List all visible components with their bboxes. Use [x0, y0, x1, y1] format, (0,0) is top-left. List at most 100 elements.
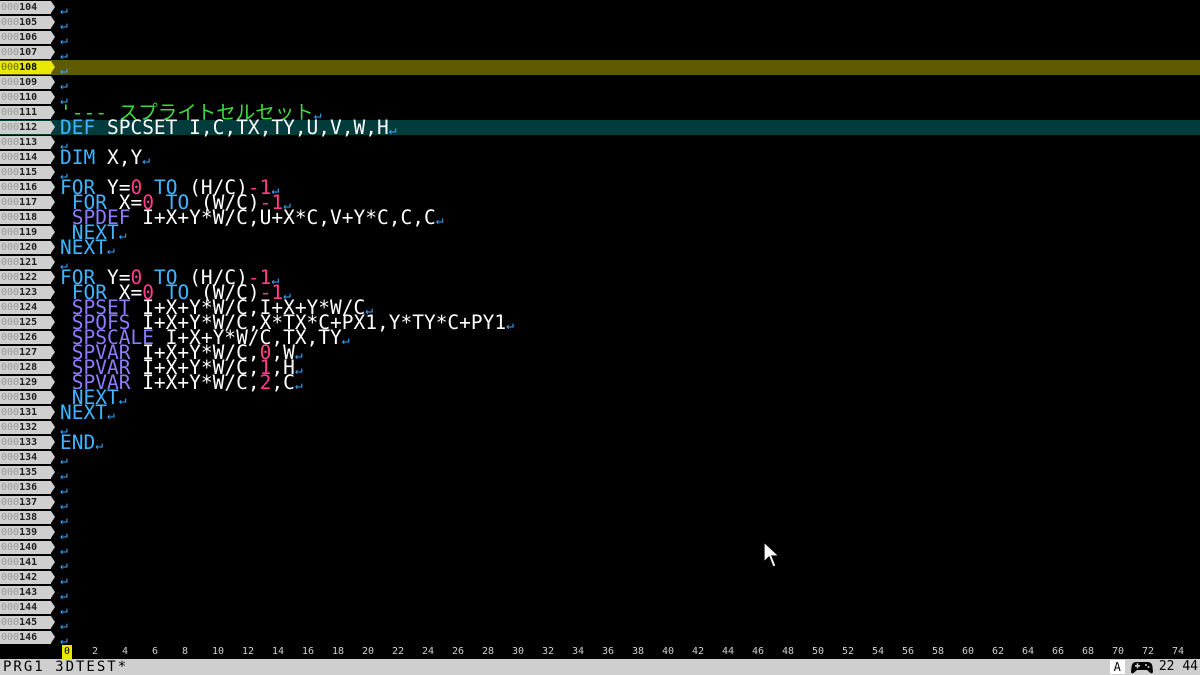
code-line[interactable]: 000133 END↵	[0, 433, 1200, 453]
code-text: END↵	[60, 433, 103, 453]
ruler-tick: 26	[452, 646, 465, 657]
ruler-tick: 68	[1082, 646, 1095, 657]
ruler-tick: 30	[512, 646, 525, 657]
ruler-tick: 36	[602, 646, 615, 657]
line-number: 000127	[0, 346, 55, 359]
code-line[interactable]: 000146 ↵	[0, 630, 1200, 645]
ruler-tick: 44	[722, 646, 735, 657]
code-line[interactable]: 000132 ↵	[0, 420, 1200, 438]
code-line[interactable]: 000113 ↵	[0, 135, 1200, 153]
ruler-tick: 40	[662, 646, 675, 657]
line-number: 000120	[0, 241, 55, 254]
code-line[interactable]: 000118 SPDEF I+X+Y*W/C,U+X*C,V+Y*C,C,C↵	[0, 208, 1200, 228]
line-number: 000144	[0, 601, 55, 614]
ruler-tick: 72	[1142, 646, 1155, 657]
status-bar: PRG1 3DTEST* A 22 44	[0, 659, 1200, 675]
code-text: DEF SPCSET I,C,TX,TY,U,V,W,H↵	[60, 118, 397, 138]
line-number: 000141	[0, 556, 55, 569]
code-editor[interactable]: 000104 ↵ 000105 ↵ 000106 ↵ 000107 ↵ 000108 ↵ 00010…	[0, 0, 1200, 645]
code-text: ↵	[60, 480, 68, 498]
line-number: 000123	[0, 286, 55, 299]
code-line[interactable]: 000105 ↵	[0, 15, 1200, 33]
code-line[interactable]: 000139 ↵	[0, 525, 1200, 543]
code-line[interactable]: 000109 ↵	[0, 75, 1200, 93]
column-ruler: 0 2 4 6 8 10 12 14 16 18 20 22 24 26 28 30 32 34 36 38 40 42 4…	[0, 645, 1200, 659]
code-text: ↵	[60, 585, 68, 603]
line-number: 000145	[0, 616, 55, 629]
code-line[interactable]: 000107 ↵	[0, 45, 1200, 63]
line-number: 000132	[0, 421, 55, 434]
line-number: 000114	[0, 151, 55, 164]
line-number: 000118	[0, 211, 55, 224]
ruler-tick: 6	[152, 646, 159, 657]
code-line[interactable]: 000134 ↵	[0, 450, 1200, 468]
line-number: 000111	[0, 106, 55, 119]
ruler-tick: 48	[782, 646, 795, 657]
code-text: ↵	[60, 45, 68, 63]
code-line[interactable]: 000108 ↵	[0, 60, 1200, 78]
ruler-tick: 52	[842, 646, 855, 657]
line-number: 000143	[0, 586, 55, 599]
ruler-tick: 0	[62, 645, 73, 659]
code-text: ↵	[60, 630, 68, 645]
line-number: 000109	[0, 76, 55, 89]
code-text: ↵	[60, 30, 68, 48]
code-line[interactable]: 000106 ↵	[0, 30, 1200, 48]
code-text: NEXT↵	[60, 403, 115, 423]
code-text: ↵	[60, 450, 68, 468]
line-number: 000110	[0, 91, 55, 104]
ruler-tick: 10	[212, 646, 225, 657]
line-number: 000116	[0, 181, 55, 194]
mouse-pointer-icon	[763, 541, 781, 568]
code-line[interactable]: 000138 ↵	[0, 510, 1200, 528]
code-line[interactable]: 000141 ↵	[0, 555, 1200, 573]
ruler-tick: 20	[362, 646, 375, 657]
ruler-tick: 12	[242, 646, 255, 657]
line-number: 000107	[0, 46, 55, 59]
line-number: 000119	[0, 226, 55, 239]
code-line[interactable]: 000140 ↵	[0, 540, 1200, 558]
ruler-tick: 34	[572, 646, 585, 657]
code-text: ↵	[60, 0, 68, 18]
code-text: ↵	[60, 495, 68, 513]
code-line[interactable]: 000143 ↵	[0, 585, 1200, 603]
code-line[interactable]: 000145 ↵	[0, 615, 1200, 633]
code-line[interactable]: 000144 ↵	[0, 600, 1200, 618]
code-text: DIM X,Y↵	[60, 148, 150, 168]
ruler-tick: 8	[182, 646, 189, 657]
ruler-tick: 50	[812, 646, 825, 657]
ruler-tick: 14	[272, 646, 285, 657]
line-number: 000108	[0, 61, 55, 74]
line-number: 000125	[0, 316, 55, 329]
line-number: 000146	[0, 631, 55, 644]
ruler-tick: 56	[902, 646, 915, 657]
code-text: NEXT↵	[60, 238, 115, 258]
code-text: ↵	[60, 465, 68, 483]
code-line[interactable]: 000120 NEXT↵	[0, 238, 1200, 258]
code-line[interactable]: 000112 DEF SPCSET I,C,TX,TY,U,V,W,H↵	[0, 118, 1200, 138]
code-line[interactable]: 000114 DIM X,Y↵	[0, 148, 1200, 168]
code-text: ↵	[60, 75, 68, 93]
code-line[interactable]: 000135 ↵	[0, 465, 1200, 483]
line-number: 000106	[0, 31, 55, 44]
code-line[interactable]: 000119 NEXT↵	[0, 223, 1200, 243]
code-text: ↵	[60, 525, 68, 543]
ruler-tick: 46	[752, 646, 765, 657]
ruler-tick: 66	[1052, 646, 1065, 657]
code-line[interactable]: 000142 ↵	[0, 570, 1200, 588]
code-line[interactable]: 000137 ↵	[0, 495, 1200, 513]
code-line[interactable]: 000129 SPVAR I+X+Y*W/C,2,C↵	[0, 373, 1200, 393]
code-line[interactable]: 000131 NEXT↵	[0, 403, 1200, 423]
code-line[interactable]: 000136 ↵	[0, 480, 1200, 498]
newline-icon: ↵	[60, 633, 68, 645]
ruler-tick: 18	[332, 646, 345, 657]
line-number: 000136	[0, 481, 55, 494]
ruler-tick: 24	[422, 646, 435, 657]
gamepad-icon	[1130, 661, 1153, 673]
code-line[interactable]: 000130 NEXT↵	[0, 388, 1200, 408]
code-text: ↵	[60, 60, 68, 78]
program-filename: PRG1 3DTEST*	[3, 659, 129, 675]
line-number: 000124	[0, 301, 55, 314]
code-line[interactable]: 000104 ↵	[0, 0, 1200, 18]
line-number: 000140	[0, 541, 55, 554]
